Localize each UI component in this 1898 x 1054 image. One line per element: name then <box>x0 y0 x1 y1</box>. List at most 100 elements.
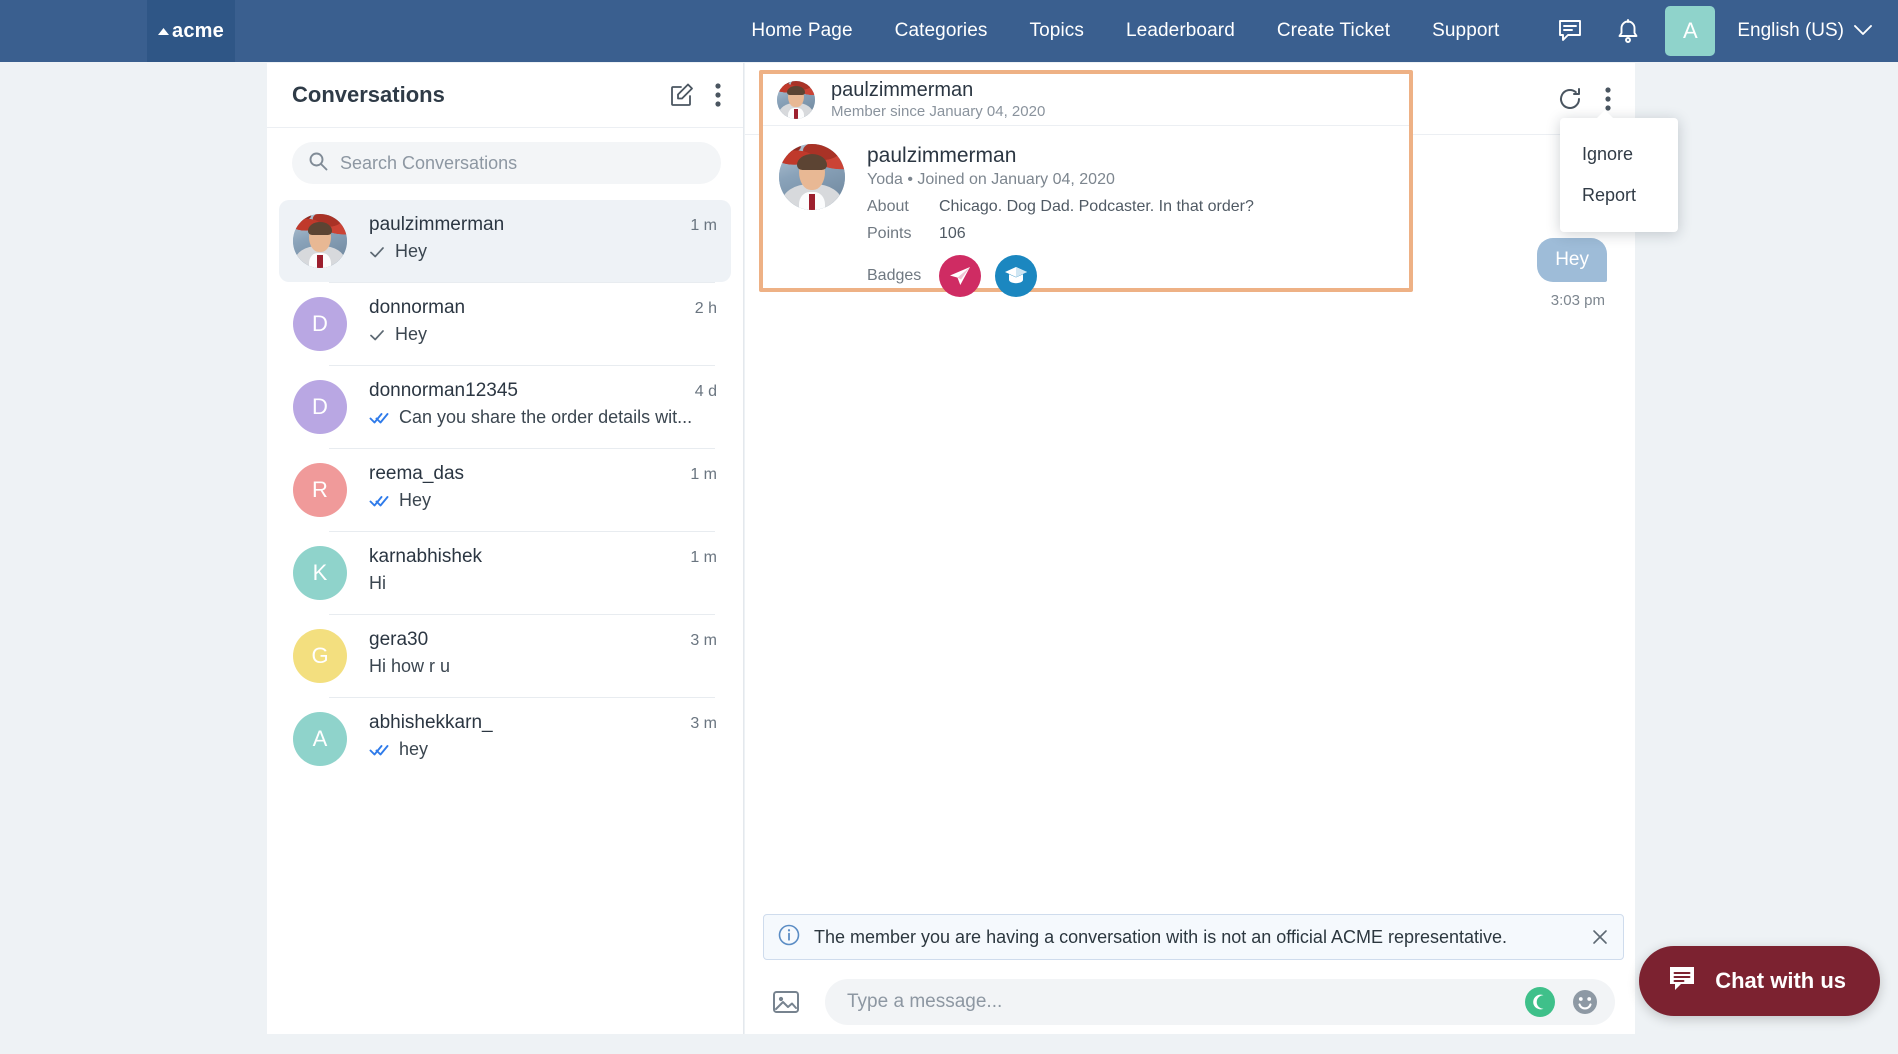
check-icon <box>369 328 387 342</box>
search-input[interactable] <box>340 153 705 174</box>
close-icon[interactable] <box>1591 928 1609 946</box>
user-avatar[interactable]: A <box>1665 6 1715 56</box>
nav-link-home-page[interactable]: Home Page <box>751 20 852 42</box>
nav-link-topics[interactable]: Topics <box>1030 20 1084 42</box>
language-label: English (US) <box>1737 20 1844 42</box>
profile-field-about: About Chicago. Dog Dad. Podcaster. In th… <box>867 198 1254 216</box>
conversation-row-bottom: Can you share the order details wit... <box>369 407 717 428</box>
conversation-name: reema_das <box>369 463 464 485</box>
conversation-row-top: gera303 m <box>369 629 717 651</box>
notifications-bell-icon[interactable] <box>1599 0 1657 62</box>
avatar <box>779 144 845 210</box>
nav-link-leaderboard[interactable]: Leaderboard <box>1126 20 1235 42</box>
conversation-row-top: donnorman123454 d <box>369 380 717 402</box>
conversation-preview: Hi <box>369 573 386 594</box>
conversation-time: 4 d <box>685 383 717 401</box>
conversation-body: abhishekkarn_3 m hey <box>369 712 717 760</box>
message-input[interactable] <box>847 991 1513 1013</box>
conversation-name: gera30 <box>369 629 428 651</box>
sidebar-header: Conversations <box>267 63 743 128</box>
conversation-item-gera30[interactable]: Ggera303 m Hi how r u <box>279 615 731 697</box>
chevron-down-icon <box>1854 20 1872 42</box>
conversation-list[interactable]: paulzimmerman1 mHeyDdonnorman2 hHeyDdonn… <box>267 194 743 1054</box>
avatar <box>293 214 347 268</box>
context-menu: Ignore Report <box>1560 118 1678 232</box>
refresh-icon[interactable] <box>1557 86 1583 112</box>
compose-icon[interactable] <box>669 82 695 108</box>
conversations-sidebar: Conversations paulzimmerman1 mHeyDdonnor… <box>267 63 744 1034</box>
conversation-name: karnabhishek <box>369 546 482 568</box>
conversation-body: donnorman 2 h Hey <box>369 297 717 345</box>
field-label: Badges <box>867 267 939 285</box>
profile-header-name: paulzimmerman <box>831 79 1045 102</box>
profile-card-header: paulzimmerman Member since January 04, 2… <box>763 74 1409 126</box>
conversation-body: paulzimmerman1 mHey <box>369 214 717 262</box>
graduation-cap-badge[interactable] <box>995 255 1037 297</box>
menu-item-ignore[interactable]: Ignore <box>1560 134 1678 175</box>
conversation-name: donnorman <box>369 297 465 319</box>
avatar: D <box>293 380 347 434</box>
notice-text: The member you are having a conversation… <box>814 927 1507 948</box>
composer-icons <box>1525 987 1599 1017</box>
nav-links: Home Page Categories Topics Leaderboard … <box>751 20 1499 42</box>
avatar-initial: A <box>1683 18 1698 44</box>
conversation-time: 1 m <box>680 217 717 235</box>
conversation-row-bottom: Hey <box>369 324 717 345</box>
nav-link-categories[interactable]: Categories <box>895 20 988 42</box>
conversation-time: 1 m <box>680 549 717 567</box>
conversation-name: abhishekkarn_ <box>369 712 493 734</box>
paper-plane-badge[interactable] <box>939 255 981 297</box>
search-box[interactable] <box>292 142 721 184</box>
language-selector[interactable]: English (US) <box>1737 20 1872 42</box>
chat-widget-label: Chat with us <box>1715 968 1846 994</box>
info-icon <box>778 924 800 951</box>
conversation-body: gera303 m Hi how r u <box>369 629 717 677</box>
avatar: R <box>293 463 347 517</box>
page-title: Conversations <box>292 82 445 108</box>
conversation-row-bottom: Hey <box>369 241 717 262</box>
conversation-item-abhishekkarn_[interactable]: Aabhishekkarn_3 mhey <box>279 698 731 780</box>
message-bubble: Hey <box>1537 238 1607 282</box>
chat-with-us-button[interactable]: Chat with us <box>1639 946 1880 1016</box>
conversation-body: donnorman123454 d Can you share the order… <box>369 380 717 428</box>
conversation-preview: Can you share the order details wit... <box>399 407 692 428</box>
badge-list <box>939 255 1037 297</box>
nav-icons <box>1541 0 1657 62</box>
search-icon <box>308 151 328 176</box>
conversation-item-reema_das[interactable]: Rreema_das1 mHey <box>279 449 731 531</box>
conversation-item-karnabhishek[interactable]: Kkarnabhishek1 mHi <box>279 532 731 614</box>
profile-header-subtitle: Member since January 04, 2020 <box>831 103 1045 120</box>
nav-link-support[interactable]: Support <box>1432 20 1499 42</box>
nav-link-create-ticket[interactable]: Create Ticket <box>1277 20 1390 42</box>
member-profile-card: paulzimmerman Member since January 04, 2… <box>759 70 1413 292</box>
more-vertical-icon[interactable] <box>1605 87 1611 111</box>
message-input-pill[interactable] <box>825 979 1615 1025</box>
conversation-row-top: donnorman 2 h <box>369 297 717 319</box>
image-attachment-icon[interactable] <box>769 985 803 1019</box>
profile-field-points: Points 106 <box>867 225 1254 243</box>
conversation-preview: hey <box>399 739 428 760</box>
conversation-preview: Hey <box>395 241 427 262</box>
sidebar-header-actions <box>669 82 721 108</box>
notice-banner: The member you are having a conversation… <box>763 914 1624 960</box>
avatar <box>777 81 815 119</box>
conversation-row-bottom: Hi <box>369 573 717 594</box>
conversation-row-bottom: Hey <box>369 490 717 511</box>
conversation-item-donnorman[interactable]: Ddonnorman2 hHey <box>279 283 731 365</box>
more-vertical-icon[interactable] <box>715 83 721 107</box>
conversation-item-paulzimmerman[interactable]: paulzimmerman1 mHey <box>279 200 731 282</box>
conversation-time: 2 h <box>685 300 717 318</box>
logo-text: acme <box>172 21 224 41</box>
loading-spinner-icon[interactable] <box>1525 987 1555 1017</box>
avatar: G <box>293 629 347 683</box>
profile-meta: Yoda • Joined on January 04, 2020 <box>867 171 1254 189</box>
message-composer <box>745 970 1635 1034</box>
emoji-smiley-icon[interactable] <box>1571 988 1599 1016</box>
menu-item-report[interactable]: Report <box>1560 175 1678 216</box>
conversation-row-top: abhishekkarn_3 m <box>369 712 717 734</box>
conversation-row-bottom: Hi how r u <box>369 656 717 677</box>
acme-logo[interactable]: acme <box>147 0 235 62</box>
conversation-item-donnorman12345[interactable]: Ddonnorman123454 d Can you share the orde… <box>279 366 731 448</box>
messages-icon[interactable] <box>1541 0 1599 62</box>
field-label: About <box>867 198 939 216</box>
